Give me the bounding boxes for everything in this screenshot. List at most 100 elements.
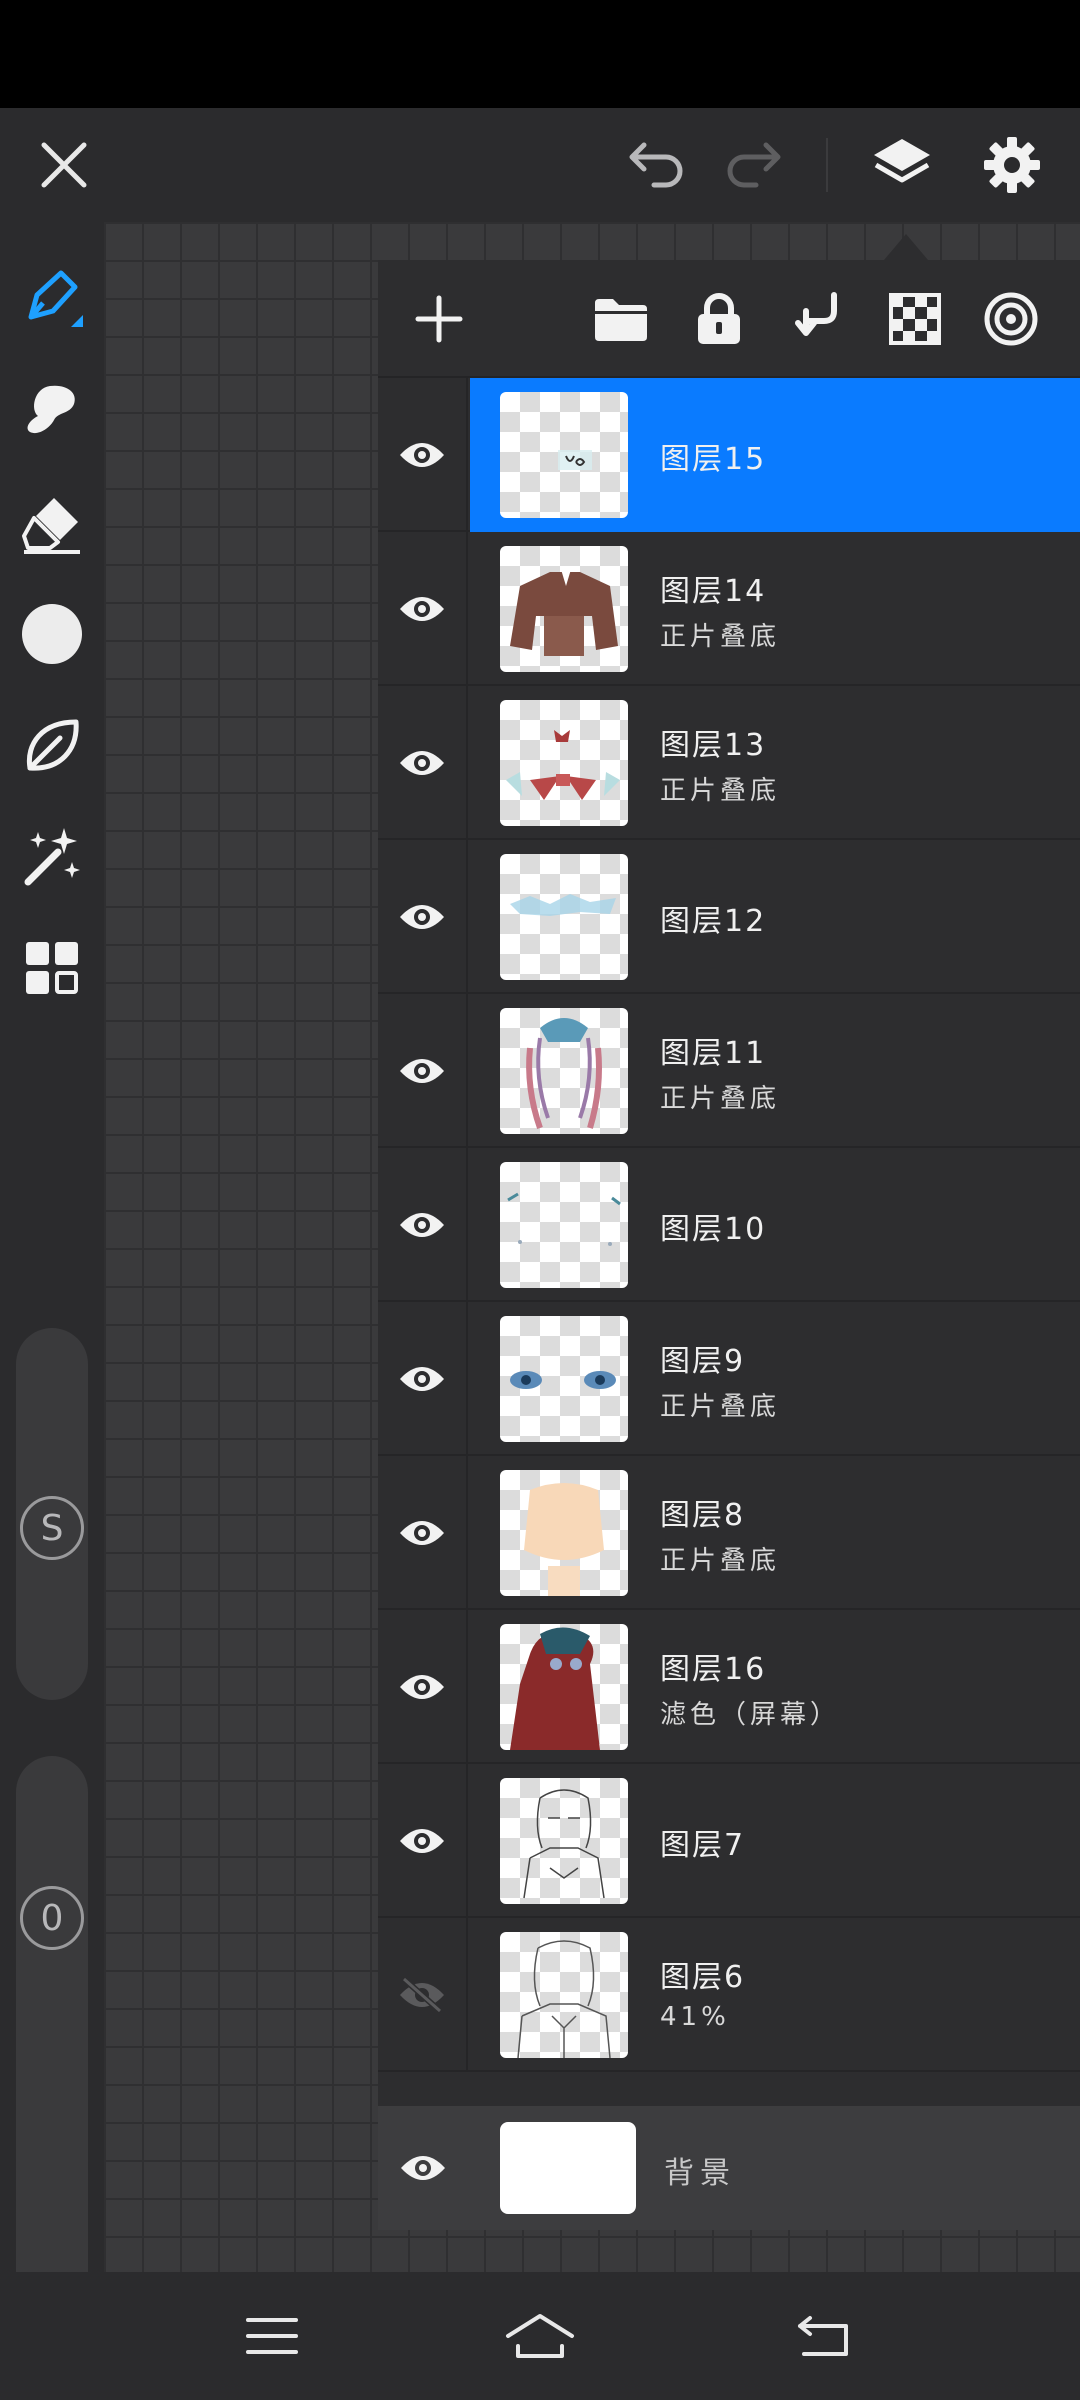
layer-row-body[interactable]: 图层6 41% (470, 1918, 1080, 2072)
visibility-toggle[interactable] (378, 1302, 468, 1456)
layer-row[interactable]: 图层7 (378, 1764, 1080, 1918)
visibility-toggle[interactable] (378, 2106, 468, 2230)
smudge-tool-button[interactable] (0, 362, 104, 462)
add-layer-button[interactable] (394, 274, 484, 364)
layer-blend-mode: 正片叠底 (660, 622, 781, 652)
eraser-icon (22, 498, 80, 554)
back-button[interactable] (784, 2296, 864, 2376)
visibility-toggle[interactable] (378, 532, 468, 686)
layer-row[interactable]: 图层8 正片叠底 (378, 1456, 1080, 1610)
gear-icon (984, 137, 1040, 193)
pen-tool-button[interactable] (0, 250, 104, 350)
eye-icon (400, 443, 444, 467)
redo-icon (727, 142, 781, 188)
layer-blend-mode: 正片叠底 (660, 776, 781, 806)
background-layer-row[interactable]: 背景 (378, 2106, 1080, 2230)
layer-row-body[interactable]: 图层14 正片叠底 (470, 532, 1080, 686)
home-button[interactable] (500, 2296, 580, 2376)
lasso-leaf-icon (26, 719, 79, 771)
eye-hidden-icon (400, 1976, 444, 2014)
eye-icon (400, 1213, 444, 1237)
layers-icon (874, 139, 930, 183)
transparency-button[interactable] (870, 274, 960, 364)
color-circle-icon (22, 604, 82, 664)
layer-row-body[interactable]: 图层10 (470, 1148, 1080, 1302)
layer-row-body[interactable]: 图层11 正片叠底 (470, 994, 1080, 1148)
back-icon (798, 2316, 848, 2356)
visibility-toggle[interactable] (378, 1148, 468, 1302)
layers-panel-toolbar (378, 260, 1080, 378)
layer-row[interactable]: 图层9 正片叠底 (378, 1302, 1080, 1456)
layer-row-body[interactable]: 图层7 (470, 1764, 1080, 1918)
lock-layer-button[interactable] (674, 274, 764, 364)
eye-icon (400, 751, 444, 775)
group-layer-button[interactable] (576, 274, 666, 364)
brush-opacity-knob[interactable]: 0 (20, 1886, 84, 1950)
layer-row-body[interactable]: 图层12 (470, 840, 1080, 994)
brush-opacity-slider[interactable]: 0 (16, 1756, 88, 2356)
layer-row[interactable]: 图层12 (378, 840, 1080, 994)
layer-row-body[interactable]: 图层8 正片叠底 (470, 1456, 1080, 1610)
visibility-toggle[interactable] (378, 1764, 468, 1918)
close-icon (41, 142, 87, 188)
visibility-toggle[interactable] (378, 1610, 468, 1764)
brush-size-slider[interactable]: S (16, 1328, 88, 1700)
layer-row-body[interactable]: 图层13 正片叠底 (470, 686, 1080, 840)
color-picker-button[interactable] (0, 584, 104, 684)
layers-button[interactable] (852, 108, 952, 222)
layer-thumbnail (500, 392, 628, 518)
layer-name: 图层9 (660, 1344, 746, 1379)
layers-panel: 图层15 图层14 正片叠底 图层13 正片叠底 图层12 图层11 正片叠底 … (378, 260, 1080, 2230)
eye-icon (401, 2156, 445, 2180)
layer-row-body[interactable]: 图层9 正片叠底 (470, 1302, 1080, 1456)
layer-name: 图层13 (660, 728, 767, 763)
top-bar (0, 108, 1080, 222)
layer-row[interactable]: 图层6 41% (378, 1918, 1080, 2072)
status-bar (0, 0, 1080, 108)
layer-row[interactable]: 图层10 (378, 1148, 1080, 1302)
layer-thumbnail (500, 1316, 628, 1442)
layer-row[interactable]: 图层15 (378, 378, 1080, 532)
layer-row[interactable]: 图层16 滤色（屏幕） (378, 1610, 1080, 1764)
layer-thumbnail (500, 1778, 628, 1904)
layer-row[interactable]: 图层14 正片叠底 (378, 532, 1080, 686)
merge-down-icon (795, 292, 837, 336)
settings-button[interactable] (962, 108, 1062, 222)
layer-name: 图层6 (660, 1960, 746, 1995)
visibility-toggle[interactable] (378, 840, 468, 994)
layer-row[interactable]: 图层11 正片叠底 (378, 994, 1080, 1148)
magic-wand-button[interactable] (0, 806, 104, 906)
layer-name: 背景 (664, 2156, 736, 2191)
lasso-tool-button[interactable] (0, 696, 104, 796)
target-icon (984, 292, 1038, 346)
eye-icon (400, 1367, 444, 1391)
layer-thumbnail (500, 1624, 628, 1750)
more-tools-button[interactable] (0, 918, 104, 1018)
home-icon (506, 2314, 574, 2358)
eye-icon (400, 1059, 444, 1083)
layer-properties-button[interactable] (966, 274, 1056, 364)
layer-row-body[interactable]: 图层16 滤色（屏幕） (470, 1610, 1080, 1764)
eye-icon (400, 905, 444, 929)
eraser-tool-button[interactable] (0, 474, 104, 574)
menu-button[interactable] (232, 2296, 312, 2376)
background-thumbnail (500, 2122, 636, 2214)
visibility-toggle[interactable] (378, 994, 468, 1148)
undo-button[interactable] (606, 108, 706, 222)
visibility-toggle[interactable] (378, 1456, 468, 1610)
layer-thumbnail (500, 700, 628, 826)
system-nav-bar (0, 2272, 1080, 2400)
redo-button[interactable] (704, 108, 804, 222)
layers-panel-pointer (884, 234, 928, 260)
layer-row[interactable]: 图层13 正片叠底 (378, 686, 1080, 840)
visibility-toggle[interactable] (378, 1918, 468, 2072)
visibility-toggle[interactable] (378, 378, 468, 532)
visibility-toggle[interactable] (378, 686, 468, 840)
toolbar-divider (826, 138, 828, 192)
magic-wand-icon (24, 828, 80, 886)
merge-down-button[interactable] (772, 274, 862, 364)
close-button[interactable] (14, 108, 114, 222)
layer-row-body[interactable]: 图层15 (470, 378, 1080, 532)
brush-size-knob[interactable]: S (20, 1496, 84, 1560)
layer-thumbnail (500, 1470, 628, 1596)
